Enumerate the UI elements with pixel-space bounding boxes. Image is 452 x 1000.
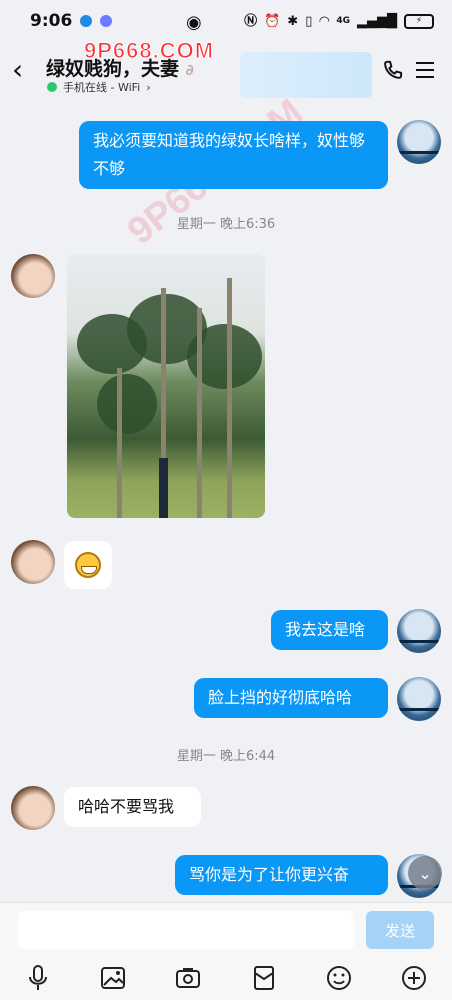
image-icon[interactable] — [98, 963, 128, 993]
alarm-icon: ⏰ — [264, 13, 281, 29]
message-text: 脸上挡的好彻底哈哈 — [208, 688, 353, 707]
photo-content — [97, 374, 157, 434]
battery-icon: ⚡ — [404, 13, 434, 29]
online-status[interactable]: 手机在线 - WiFi › — [47, 79, 151, 95]
image-message[interactable] — [67, 254, 265, 518]
camera-icon[interactable] — [173, 963, 203, 993]
incoming-message[interactable]: 哈哈不要骂我 — [64, 787, 201, 827]
scroll-to-bottom-button[interactable]: ⌄ — [408, 856, 442, 890]
microphone-icon[interactable] — [23, 963, 53, 993]
message-text: 我必须要知道我的绿奴长啥样，奴性够不够 — [93, 131, 366, 178]
my-avatar[interactable] — [397, 677, 441, 721]
photo-person — [159, 458, 168, 518]
timestamp: 星期一 晚上6:36 — [176, 217, 276, 232]
input-toolbar — [0, 959, 452, 999]
app-notification-icon — [80, 15, 93, 27]
photo-content — [227, 278, 232, 518]
battery-charging: ⚡ — [415, 16, 423, 26]
chevron-right-icon: › — [146, 80, 151, 94]
nfc-icon: Ⓝ — [244, 13, 258, 29]
status-bar: 9:06 Ⓝ ⏰ ✱ ▯ ◠ 4G ▂▄▆█ ⚡ — [0, 0, 452, 42]
bluetooth-icon: ✱ — [287, 13, 299, 29]
outgoing-message[interactable]: 骂你是为了让你更兴奋 — [175, 855, 388, 895]
plus-icon[interactable] — [399, 963, 429, 993]
status-time: 9:06 — [30, 11, 73, 31]
photo-content — [197, 308, 202, 518]
signal-icon: ▂▄▆█ — [357, 13, 397, 29]
message-text: 我去这是啥 — [285, 620, 366, 639]
send-button[interactable]: 发送 — [366, 911, 434, 949]
blurred-header-area — [240, 52, 372, 98]
photo-content — [117, 368, 122, 518]
vibrate-icon: ▯ — [305, 13, 313, 29]
my-avatar[interactable] — [397, 120, 441, 164]
network-type: 4G — [336, 16, 350, 26]
outgoing-message[interactable]: 脸上挡的好彻底哈哈 — [194, 678, 388, 718]
grin-emoji-icon — [75, 552, 101, 578]
outgoing-message[interactable]: 我必须要知道我的绿奴长啥样，奴性够不够 — [79, 121, 388, 189]
status-right: Ⓝ ⏰ ✱ ▯ ◠ 4G ▂▄▆█ ⚡ — [244, 13, 434, 29]
emoji-message[interactable] — [64, 541, 112, 589]
chat-header: ‹ 绿奴贱狗，夫妻 ∂ 手机在线 - WiFi › — [0, 42, 452, 100]
eye-icon: ◉ — [186, 12, 202, 33]
input-area: 发送 — [0, 902, 452, 1000]
chevron-down-icon: ⌄ — [418, 863, 432, 883]
message-input[interactable] — [18, 911, 354, 949]
watermark-logo: 9P668.COM — [83, 38, 215, 64]
emoji-icon[interactable] — [324, 963, 354, 993]
my-avatar[interactable] — [397, 609, 441, 653]
music-notification-icon — [100, 15, 113, 27]
outgoing-message[interactable]: 我去这是啥 — [271, 610, 388, 650]
online-status-text: 手机在线 - WiFi — [63, 81, 141, 94]
phone-call-icon[interactable] — [380, 58, 406, 84]
message-text: 哈哈不要骂我 — [78, 797, 175, 816]
friend-avatar[interactable] — [11, 540, 55, 584]
friend-avatar[interactable] — [11, 254, 55, 298]
online-dot-icon — [47, 82, 57, 92]
timestamp: 星期一 晚上6:44 — [176, 749, 276, 764]
back-arrow-icon[interactable]: ‹ — [12, 56, 23, 84]
message-text: 骂你是为了让你更兴奋 — [189, 865, 350, 884]
status-left: 9:06 — [30, 11, 113, 31]
friend-avatar[interactable] — [11, 786, 55, 830]
wifi-icon: ◠ — [319, 13, 330, 29]
red-packet-icon[interactable] — [249, 963, 279, 993]
menu-icon[interactable] — [416, 62, 434, 78]
